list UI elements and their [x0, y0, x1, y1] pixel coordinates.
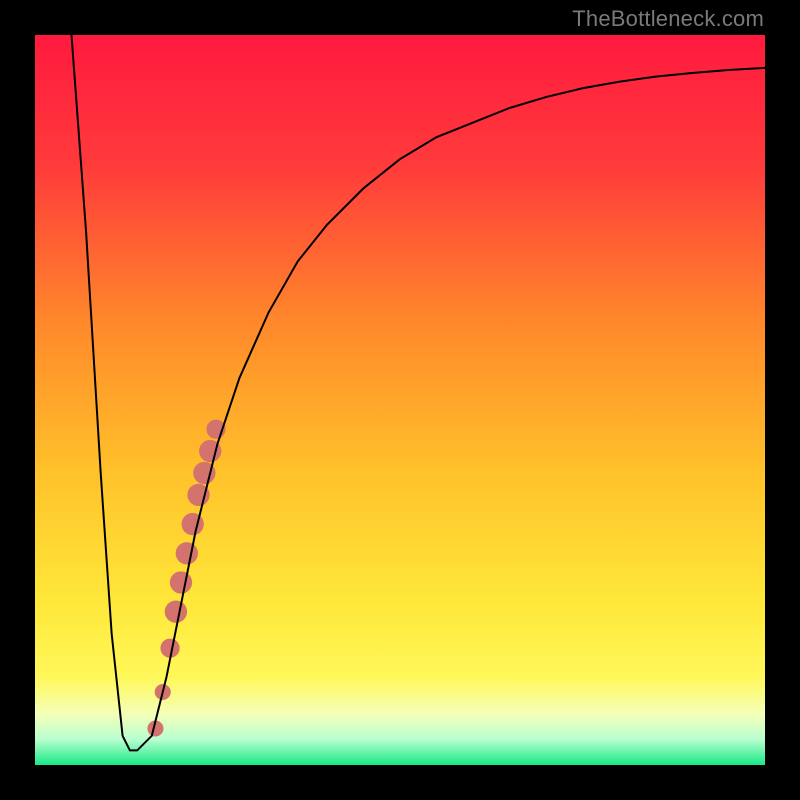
highlight-dot: [176, 542, 198, 564]
watermark-text: TheBottleneck.com: [572, 6, 764, 32]
highlight-dot: [182, 513, 204, 535]
highlight-dot: [170, 571, 192, 593]
highlight-dot: [165, 601, 187, 623]
chart-frame: TheBottleneck.com: [0, 0, 800, 800]
curve-layer: [35, 35, 765, 765]
plot-area: [35, 35, 765, 765]
